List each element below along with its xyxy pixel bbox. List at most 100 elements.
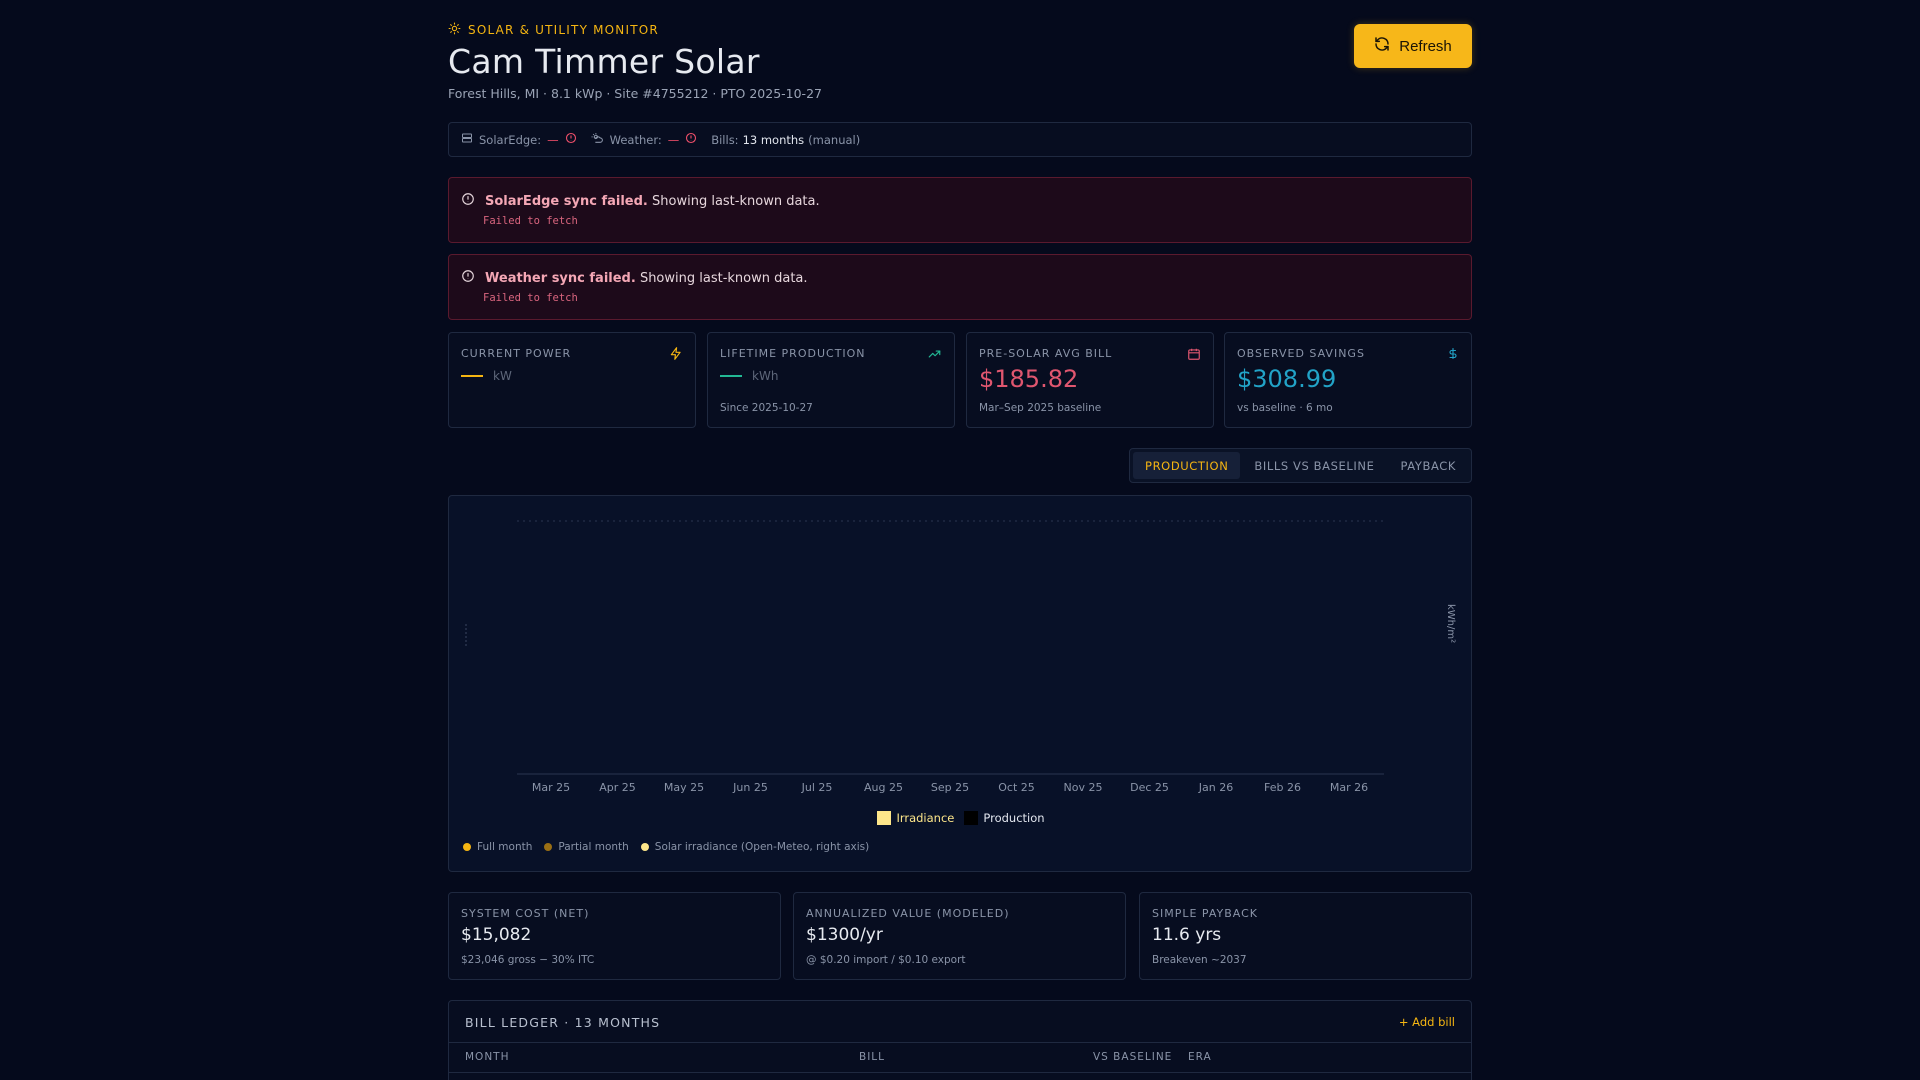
tab-production[interactable]: PRODUCTION	[1133, 452, 1241, 479]
eyebrow-text: SOLAR & UTILITY MONITOR	[468, 23, 659, 37]
current-power-card: CURRENT POWER kW	[448, 332, 696, 428]
kpi-value: $185.82	[979, 365, 1079, 393]
note-label: Solar irradiance (Open-Meteo, right axis…	[654, 841, 870, 853]
x-tick-label: Sep 25	[931, 781, 969, 794]
bills-label: Bills:	[711, 132, 739, 147]
solaredge-status: SolarEdge: —	[461, 132, 577, 147]
alert-circle-icon	[461, 192, 475, 210]
kpi-sub: Mar–Sep 2025 baseline	[979, 402, 1102, 414]
stat-label: SIMPLE PAYBACK	[1152, 907, 1259, 920]
chart-tabs: PRODUCTION BILLS VS BASELINE PAYBACK	[1129, 448, 1472, 483]
full-month-key: Full month	[463, 841, 532, 853]
full-month-dot	[463, 843, 471, 851]
x-tick-labels: Mar 25 Apr 25 May 25 Jun 25 Jul 25 Aug 25 Sep …	[532, 781, 1368, 794]
stat-value: 11.6 yrs	[1152, 925, 1222, 945]
kpi-sub: Since 2025-10-27	[720, 402, 813, 414]
x-tick-label: Jul 25	[801, 781, 833, 794]
production-swatch	[964, 811, 979, 825]
alert-title: Weather sync failed.	[485, 270, 636, 286]
lifetime-production-card: LIFETIME PRODUCTION kWh Since 2025-10-27	[707, 332, 955, 428]
divider	[449, 1072, 1471, 1073]
tab-bills-vs-baseline[interactable]: BILLS VS BASELINE	[1242, 452, 1386, 479]
simple-payback-card: SIMPLE PAYBACK 11.6 yrs Breakeven ~2037	[1139, 892, 1472, 980]
kpi-label: PRE-SOLAR AVG BILL	[979, 347, 1113, 360]
dollar-icon	[1447, 346, 1459, 365]
trending-up-icon	[927, 346, 942, 365]
chart-footnote: Full month Partial month Solar irradianc…	[463, 841, 869, 853]
alert-circle-icon	[565, 132, 577, 147]
legend-label: Production	[983, 811, 1045, 825]
stat-value: $15,082	[461, 925, 532, 945]
app-eyebrow: SOLAR & UTILITY MONITOR	[448, 22, 659, 38]
alert-message: Showing last-known data.	[639, 270, 808, 286]
alert-circle-icon	[461, 269, 475, 287]
lightning-icon	[669, 346, 683, 365]
weather-status: Weather: —	[591, 132, 698, 148]
refresh-icon	[1374, 36, 1390, 56]
weather-value: —	[667, 132, 680, 147]
x-tick-label: Mar 26	[1330, 781, 1368, 794]
column-header-vs-baseline[interactable]: VS BASELINE	[1093, 1051, 1172, 1063]
bill-ledger: BILL LEDGER · 13 MONTHS + Add bill MONTH…	[448, 1000, 1472, 1080]
partial-month-key: Partial month	[544, 841, 629, 853]
column-header-bill[interactable]: BILL	[859, 1051, 885, 1063]
alert-detail: Failed to fetch	[483, 215, 578, 227]
x-tick-label: Dec 25	[1130, 781, 1169, 794]
stat-label: SYSTEM COST (NET)	[461, 907, 590, 920]
kpi-label: OBSERVED SAVINGS	[1237, 347, 1365, 360]
kpi-value: $308.99	[1237, 365, 1337, 393]
refresh-button[interactable]: Refresh	[1354, 24, 1472, 68]
alert-message: Showing last-known data.	[652, 193, 820, 209]
add-bill-button[interactable]: + Add bill	[1399, 1015, 1455, 1029]
cloud-sun-icon	[591, 132, 604, 148]
stat-value: $1300/yr	[806, 925, 883, 945]
kpi-value: kW	[461, 369, 512, 383]
y2-axis-label: kWh/m²	[1445, 604, 1456, 643]
page-title: Cam Timmer Solar	[448, 42, 760, 81]
solaredge-label: SolarEdge:	[479, 132, 542, 147]
x-tick-label: Oct 25	[998, 781, 1035, 794]
bills-status: Bills: 13 months (manual)	[711, 133, 860, 147]
annualized-value-card: ANNUALIZED VALUE (MODELED) $1300/yr @ $0…	[793, 892, 1126, 980]
alert-detail: Failed to fetch	[483, 292, 578, 304]
kpi-value: kWh	[720, 369, 778, 383]
divider	[449, 1042, 1471, 1043]
calendar-icon	[1187, 346, 1201, 365]
value-placeholder	[461, 375, 483, 377]
stat-sub: Breakeven ~2037	[1152, 954, 1247, 966]
column-header-era[interactable]: ERA	[1188, 1051, 1212, 1063]
x-tick-label: May 25	[664, 781, 704, 794]
kpi-sub: vs baseline · 6 mo	[1237, 402, 1333, 414]
x-tick-label: Mar 25	[532, 781, 570, 794]
system-cost-card: SYSTEM COST (NET) $15,082 $23,046 gross …	[448, 892, 781, 980]
x-tick-label: Apr 25	[599, 781, 636, 794]
tab-payback[interactable]: PAYBACK	[1388, 452, 1468, 479]
solaredge-value: —	[547, 132, 559, 147]
stat-label: ANNUALIZED VALUE (MODELED)	[806, 907, 1010, 920]
server-icon	[461, 132, 473, 147]
page: SOLAR & UTILITY MONITOR Cam Timmer Solar…	[448, 0, 1472, 1080]
refresh-label: Refresh	[1399, 37, 1452, 55]
irradiance-dot	[640, 843, 649, 851]
kpi-unit: kW	[493, 369, 512, 383]
legend-production[interactable]: Production	[964, 811, 1045, 825]
stat-sub: $23,046 gross − 30% ITC	[461, 954, 595, 966]
column-header-month[interactable]: MONTH	[465, 1051, 510, 1063]
chart-legend[interactable]: Irradiance Production	[449, 811, 1473, 825]
legend-label: Irradiance	[896, 811, 955, 825]
kpi-label: CURRENT POWER	[461, 347, 572, 360]
kpi-label: LIFETIME PRODUCTION	[720, 347, 866, 360]
solaredge-alert: SolarEdge sync failed. Showing last-know…	[448, 177, 1472, 243]
site-subtitle: Forest Hills, MI · 8.1 kWp · Site #47552…	[448, 86, 822, 101]
x-tick-label: Jun 25	[732, 781, 768, 794]
ledger-title: BILL LEDGER · 13 MONTHS	[465, 1015, 661, 1030]
alert-title: SolarEdge sync failed.	[485, 193, 648, 209]
legend-irradiance[interactable]: Irradiance	[877, 811, 954, 825]
x-tick-label: Feb 26	[1264, 781, 1301, 794]
production-chart: kWh/m² Mar 25 Apr 25 May 25 Jun 25 Jul 25 Aug…	[465, 520, 1456, 794]
observed-savings-card: OBSERVED SAVINGS $308.99 vs baseline · 6…	[1224, 332, 1472, 428]
sync-status-bar: SolarEdge: — Weather: — Bills: 13 months…	[448, 122, 1472, 157]
kpi-unit: kWh	[752, 369, 779, 383]
irradiance-key: Solar irradiance (Open-Meteo, right axis…	[640, 841, 870, 853]
partial-month-dot	[544, 843, 553, 851]
